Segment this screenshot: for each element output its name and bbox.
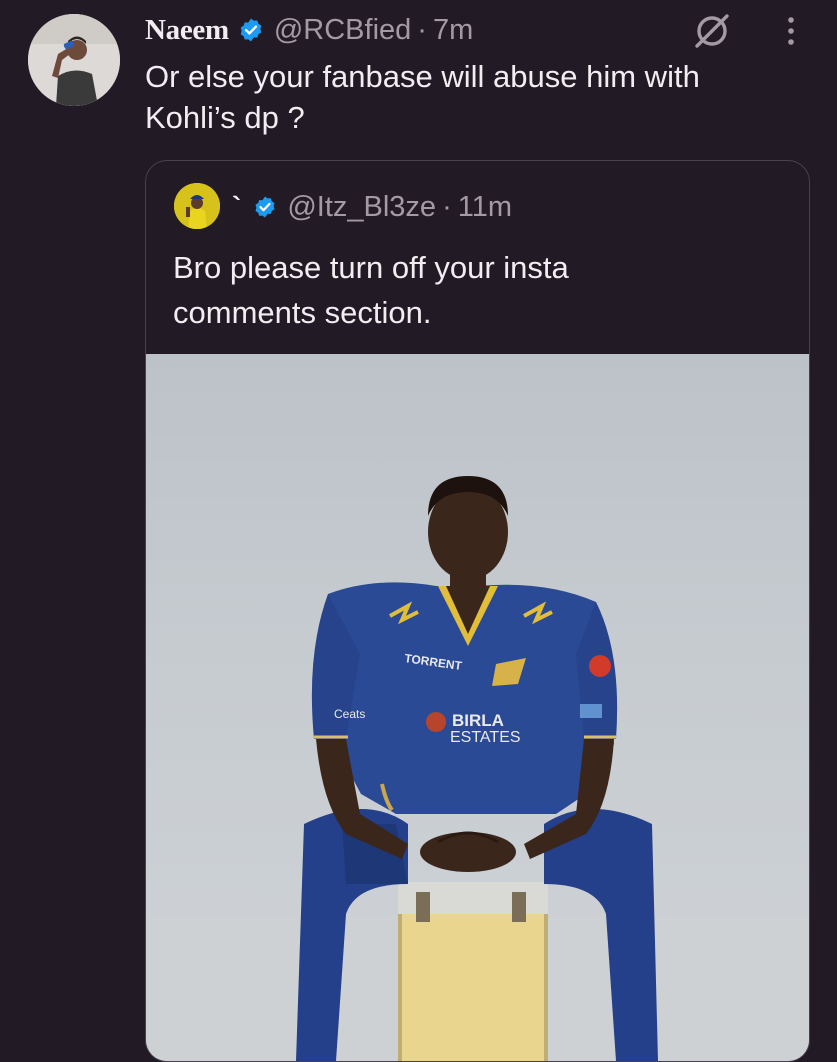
quoted-tweet-card[interactable]: ` @Itz_Bl3ze · 11m Bro please turn off y… <box>145 160 810 1062</box>
quoted-timestamp: 11m <box>457 190 512 223</box>
more-options-icon[interactable] <box>779 12 803 50</box>
tweet-text: Or else your fanbase will abuse him with… <box>145 56 825 138</box>
tweet-timestamp[interactable]: 7m <box>433 14 473 47</box>
jersey-text: BIRLA <box>452 711 504 730</box>
quoted-tweet-header: ` @Itz_Bl3ze · 11m <box>232 187 512 227</box>
tweet[interactable]: Naeem @RCBfied · 7m Or else your fanbase… <box>0 0 837 1062</box>
tweet-header: Naeem @RCBfied · 7m <box>145 10 473 50</box>
author-handle[interactable]: @RCBfied <box>274 14 411 47</box>
jersey-text: Ceats <box>334 707 365 721</box>
quoted-tweet-text: Bro please turn off your insta comments … <box>173 245 793 335</box>
tweet-text-line: Kohli’s dp ? <box>145 100 305 135</box>
author-avatar[interactable] <box>28 14 120 106</box>
verified-badge-icon <box>255 196 275 218</box>
quoted-text-line: Bro please turn off your insta <box>173 250 569 285</box>
jersey-text: ESTATES <box>450 729 521 746</box>
tweet-text-line: Or else your fanbase will abuse him with <box>145 59 700 94</box>
grok-icon[interactable] <box>693 12 731 50</box>
quoted-text-line: comments section. <box>173 295 432 330</box>
header-separator: · <box>417 13 427 46</box>
quoted-media-image[interactable]: TORRENT BIRLA ESTATES Ceats <box>146 354 809 1061</box>
verified-badge-icon <box>240 18 262 42</box>
author-name[interactable]: Naeem <box>145 14 229 47</box>
quoted-author-avatar <box>174 183 220 229</box>
quoted-author-name: ` <box>232 191 242 222</box>
quoted-author-handle: @Itz_Bl3ze <box>287 190 437 223</box>
quoted-header-separator: · <box>442 190 452 223</box>
